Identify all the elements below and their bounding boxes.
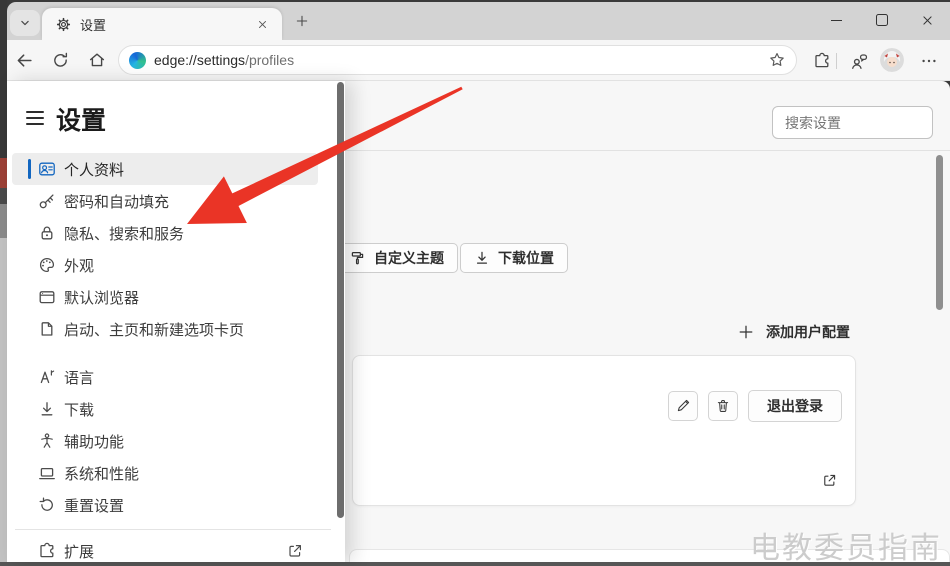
download-location-label: 下载位置	[498, 248, 554, 268]
language-icon	[38, 368, 56, 386]
desktop-edge-strip	[0, 0, 7, 566]
sidebar-title: 设置	[56, 101, 106, 137]
edge-logo-icon	[129, 52, 146, 69]
maximize-icon	[876, 14, 888, 26]
accessibility-icon	[38, 432, 56, 450]
puzzle-icon	[813, 52, 831, 70]
gear-icon	[56, 17, 71, 32]
sidebar-separator	[15, 529, 331, 530]
browser-toolbar: edge://settings/profiles	[7, 40, 950, 81]
home-icon	[88, 51, 106, 69]
puzzle-icon	[38, 542, 56, 560]
sidebar-item-startup[interactable]: 启动、主页和新建选项卡页	[12, 313, 318, 345]
refresh-icon	[52, 52, 69, 69]
avatar-image	[880, 48, 904, 72]
tab-actions-menu-button[interactable]	[10, 10, 40, 36]
tab-title: 设置	[80, 15, 252, 34]
tab-close-button[interactable]	[252, 14, 272, 34]
close-icon	[257, 19, 268, 30]
sidebar-item-privacy[interactable]: 隐私、搜索和服务	[12, 217, 318, 249]
sidebar-item-reset[interactable]: 重置设置	[12, 489, 318, 521]
sidebar-item-passwords[interactable]: 密码和自动填充	[12, 185, 318, 217]
profile-avatar[interactable]	[880, 48, 904, 72]
refresh-button[interactable]	[45, 46, 75, 74]
active-tab[interactable]: 设置	[42, 8, 282, 40]
page-icon	[38, 320, 56, 338]
edit-profile-button[interactable]	[668, 391, 698, 421]
external-link-icon	[821, 472, 838, 489]
customize-theme-button[interactable]: 自定义主题	[335, 243, 458, 273]
download-location-button[interactable]: 下载位置	[460, 243, 568, 273]
pencil-icon	[675, 398, 691, 414]
key-icon	[38, 192, 56, 210]
settings-sidebar: 设置 个人资料 密码和自动填充 隐私、搜索和服务 外观	[7, 81, 345, 562]
sidebar-scrollbar-thumb[interactable]	[337, 82, 344, 518]
back-button[interactable]	[9, 46, 39, 74]
home-button[interactable]	[82, 46, 112, 74]
customize-theme-label: 自定义主题	[374, 248, 444, 268]
favorite-star-icon[interactable]	[768, 51, 786, 69]
search-settings-input[interactable]	[772, 106, 933, 139]
download-icon	[474, 250, 490, 266]
window-close-button[interactable]	[904, 2, 950, 38]
address-bar[interactable]: edge://settings/profiles	[118, 45, 797, 75]
sidebar-item-default-browser[interactable]: 默认浏览器	[12, 281, 318, 313]
sidebar-item-downloads[interactable]: 下载	[12, 393, 318, 425]
tab-strip: 设置	[7, 2, 950, 40]
settings-menu-button[interactable]	[917, 49, 941, 73]
chevron-down-icon	[18, 16, 32, 30]
sidebar-menu-button[interactable]	[26, 108, 50, 128]
sidebar-item-appearance[interactable]: 外观	[12, 249, 318, 281]
reset-icon	[38, 496, 56, 514]
selected-indicator	[28, 159, 31, 179]
section-divider	[345, 150, 950, 151]
sidebar-item-accessibility[interactable]: 辅助功能	[12, 425, 318, 457]
paint-roller-icon	[349, 250, 366, 267]
sidebar-item-languages[interactable]: 语言	[12, 361, 318, 393]
manage-account-external-link[interactable]	[818, 469, 840, 491]
page-scrollbar-thumb[interactable]	[936, 155, 943, 310]
person-card-icon	[38, 160, 56, 178]
browser-window-icon	[38, 288, 56, 306]
external-link-icon	[286, 542, 304, 560]
add-profile-label: 添加用户配置	[766, 322, 850, 342]
sidebar-item-system[interactable]: 系统和性能	[12, 457, 318, 489]
toolbar-divider	[836, 53, 837, 69]
url-text: edge://settings/profiles	[154, 52, 768, 68]
minimize-icon	[831, 20, 842, 21]
new-tab-button[interactable]	[292, 11, 312, 31]
extensions-button[interactable]	[810, 49, 834, 73]
add-profile-button[interactable]: 添加用户配置	[738, 321, 850, 343]
window-minimize-button[interactable]	[813, 2, 859, 38]
plus-icon	[295, 14, 309, 28]
profile-card: 退出登录	[352, 355, 856, 506]
download-icon	[38, 400, 56, 418]
trash-icon	[715, 398, 731, 414]
person-feedback-icon	[850, 52, 869, 71]
sign-out-button[interactable]: 退出登录	[748, 390, 842, 422]
palette-icon	[38, 256, 56, 274]
sign-out-label: 退出登录	[767, 396, 823, 416]
delete-profile-button[interactable]	[708, 391, 738, 421]
browser-essentials-button[interactable]	[847, 49, 871, 73]
sidebar-item-extensions[interactable]: 扩展	[12, 538, 318, 564]
close-icon	[921, 14, 934, 27]
back-arrow-icon	[15, 51, 34, 70]
ellipsis-icon	[920, 52, 938, 70]
laptop-icon	[38, 464, 56, 482]
watermark-text: 电教委员指南	[750, 523, 942, 562]
window-maximize-button[interactable]	[859, 2, 905, 38]
sidebar-item-profile[interactable]: 个人资料	[12, 153, 318, 185]
lock-icon	[38, 224, 56, 242]
plus-icon	[738, 324, 754, 340]
